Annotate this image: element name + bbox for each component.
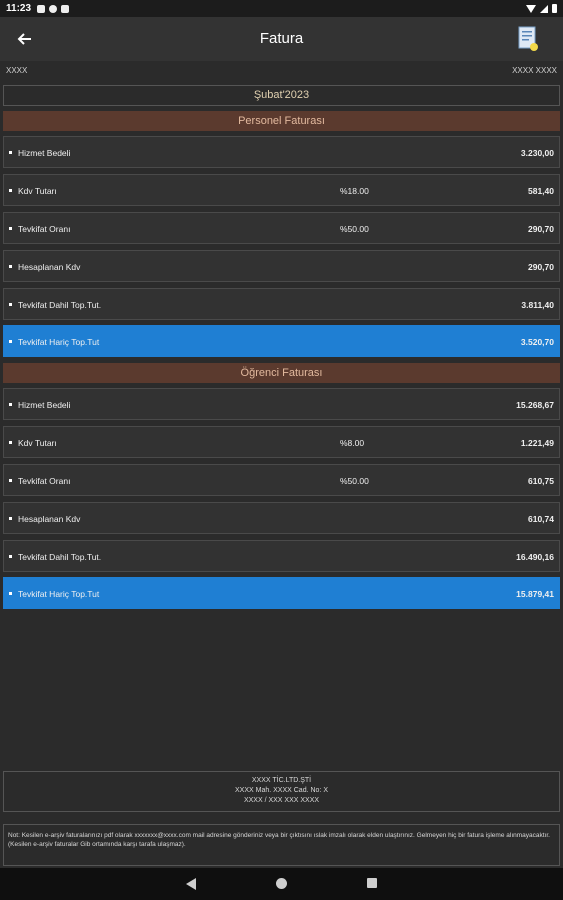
nav-home-icon[interactable] — [276, 878, 287, 889]
bullet-icon — [9, 403, 12, 406]
page-title: Fatura — [259, 30, 304, 47]
app-bar: Fatura — [0, 17, 563, 61]
personel-row-kdv-tutari: Kdv Tutarı %18.00 581,40 — [3, 174, 560, 206]
period-label: Şubat'2023 — [3, 85, 560, 106]
row-label: Tevkifat Dahil Top.Tut. — [18, 552, 102, 562]
bullet-icon — [9, 441, 12, 444]
ogrenci-row-tevkifat-dahil: Tevkifat Dahil Top.Tut. 16.490,16 — [3, 540, 560, 572]
company-info: XXXX TİC.LTD.ŞTİ XXXX Mah. XXXX Cad. No:… — [3, 771, 560, 812]
personel-row-hesaplanan-kdv: Hesaplanan Kdv 290,70 — [3, 250, 560, 282]
row-label: Hizmet Bedeli — [18, 400, 71, 410]
ogrenci-section-header: Öğrenci Faturası — [3, 363, 560, 383]
bullet-icon — [9, 265, 12, 268]
row-amount: 3.811,40 — [521, 300, 554, 310]
row-label: Hesaplanan Kdv — [18, 262, 81, 272]
row-label: Kdv Tutarı — [18, 438, 57, 448]
row-label: Tevkifat Oranı — [18, 476, 71, 486]
row-label: Hizmet Bedeli — [18, 148, 71, 158]
account-info: XXXX XXXX XXXX — [6, 66, 557, 78]
row-amount: 581,40 — [528, 186, 554, 196]
row-amount: 15.268,67 — [516, 400, 554, 410]
bullet-icon — [9, 517, 12, 520]
ogrenci-row-tevkifat-haric-total: Tevkifat Hariç Top.Tut 15.879,41 — [3, 577, 560, 609]
battery-icon — [552, 4, 557, 13]
row-amount: 1.221,49 — [520, 438, 554, 448]
row-amount: 16.490,16 — [516, 552, 554, 562]
bullet-icon — [9, 340, 12, 343]
row-label: Tevkifat Oranı — [18, 224, 71, 234]
row-label: Tevkifat Dahil Top.Tut. — [18, 300, 102, 310]
ogrenci-row-hizmet-bedeli: Hizmet Bedeli 15.268,67 — [3, 388, 560, 420]
system-nav-bar — [0, 868, 563, 900]
back-button[interactable] — [12, 27, 36, 51]
row-amount: 610,75 — [528, 476, 554, 486]
row-amount: 290,70 — [528, 224, 554, 234]
arrow-left-icon — [17, 33, 31, 45]
row-label: Tevkifat Hariç Top.Tut — [18, 337, 100, 347]
sd-card-icon — [61, 4, 70, 13]
row-rate: %8.00 — [340, 438, 365, 448]
personel-row-tevkifat-haric-total: Tevkifat Hariç Top.Tut 3.520,70 — [3, 325, 560, 357]
row-amount: 610,74 — [528, 514, 554, 524]
account-left: XXXX — [6, 66, 28, 75]
status-bar: 11:23 — [0, 0, 563, 17]
row-amount: 3.520,70 — [520, 337, 554, 347]
company-address: XXXX Mah. XXXX Cad. No: X — [235, 787, 328, 794]
row-label: Kdv Tutarı — [18, 186, 57, 196]
personel-row-tevkifat-orani: Tevkifat Oranı %50.00 290,70 — [3, 212, 560, 244]
row-rate: %50.00 — [340, 224, 369, 234]
nav-back-icon[interactable] — [186, 878, 196, 890]
personel-section-header: Personel Faturası — [3, 111, 560, 131]
wifi-icon — [526, 4, 536, 13]
ogrenci-row-kdv-tutari: Kdv Tutarı %8.00 1.221,49 — [3, 426, 560, 458]
account-right: XXXX XXXX — [512, 66, 557, 75]
personel-row-hizmet-bedeli: Hizmet Bedeli 3.230,00 — [3, 136, 560, 168]
bullet-icon — [9, 189, 12, 192]
bullet-icon — [9, 592, 12, 595]
row-rate: %50.00 — [340, 476, 369, 486]
bullet-icon — [9, 227, 12, 230]
bullet-icon — [9, 555, 12, 558]
row-label: Tevkifat Hariç Top.Tut — [18, 589, 100, 599]
nav-recents-icon[interactable] — [367, 878, 377, 888]
app-notification-icon — [49, 4, 58, 13]
bullet-icon — [9, 479, 12, 482]
document-icon — [518, 26, 538, 51]
bullet-icon — [9, 151, 12, 154]
bullet-icon — [9, 303, 12, 306]
status-time: 11:23 — [6, 3, 32, 14]
ogrenci-row-hesaplanan-kdv: Hesaplanan Kdv 610,74 — [3, 502, 560, 534]
notification-icon — [37, 4, 46, 13]
company-name: XXXX TİC.LTD.ŞTİ — [251, 777, 312, 784]
row-amount: 3.230,00 — [520, 148, 554, 158]
note-text: Not: Kesilen e-arşiv faturalarınızı pdf … — [3, 824, 560, 866]
row-amount: 15.879,41 — [516, 589, 554, 599]
row-label: Hesaplanan Kdv — [18, 514, 81, 524]
ogrenci-row-tevkifat-orani: Tevkifat Oranı %50.00 610,75 — [3, 464, 560, 496]
company-tax-info: XXXX / XXX XXX XXXX — [243, 797, 320, 804]
signal-icon — [540, 4, 548, 13]
row-rate: %18.00 — [340, 186, 369, 196]
personel-row-tevkifat-dahil: Tevkifat Dahil Top.Tut. 3.811,40 — [3, 288, 560, 320]
invoice-document-button[interactable] — [517, 26, 539, 52]
row-amount: 290,70 — [528, 262, 554, 272]
